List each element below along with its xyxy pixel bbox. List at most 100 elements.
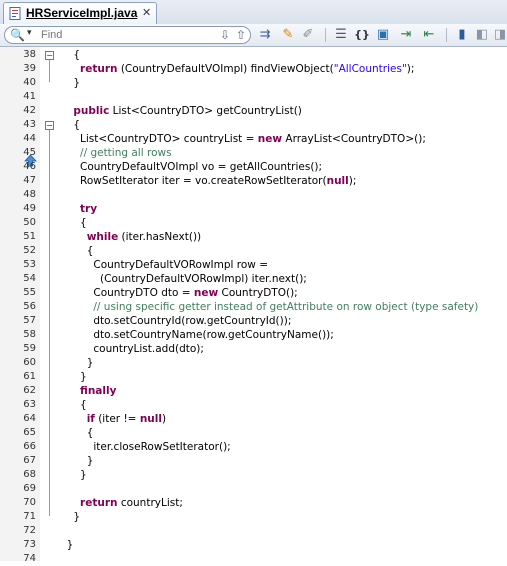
java-file-icon <box>9 7 21 20</box>
line-number: 41 <box>23 91 36 102</box>
fold-guide-line <box>49 130 50 516</box>
code-text: List<CountryDTO> countryList = <box>60 133 258 145</box>
code-text: { <box>60 49 81 61</box>
line-number: 66 <box>23 441 36 452</box>
code-text: ) <box>161 413 167 425</box>
code-line[interactable]: } <box>60 76 80 90</box>
chevron-down-icon[interactable]: ▾ <box>27 28 32 38</box>
line-number: 46 <box>23 161 36 172</box>
next-bookmark-icon[interactable]: ◨ <box>492 27 507 43</box>
code-line[interactable]: // using specific getter instead of getA… <box>60 300 478 314</box>
code-line[interactable]: return (CountryDefaultVOImpl) findViewOb… <box>60 62 414 76</box>
find-box: 🔍 ▾ ⇩ ⇧ <box>4 26 251 44</box>
code-text: ); <box>406 63 415 75</box>
code-line[interactable]: CountryDefaultVOImpl vo = getAllCountrie… <box>60 160 322 174</box>
editor-toolbar: 🔍 ▾ ⇩ ⇧ ⇉ ✎ ✐ ☰ {} ▣ ⇥ ⇤ ▮ ◧ ◨ <box>0 24 507 47</box>
code-line[interactable]: { <box>60 216 87 230</box>
code-line[interactable]: return countryList; <box>60 496 183 510</box>
close-icon[interactable]: ✕ <box>142 6 151 19</box>
goto-icon[interactable]: ⇉ <box>257 27 273 43</box>
code-text: RowSetIterator iter = vo.createRowSetIte… <box>60 175 327 187</box>
code-line[interactable]: { <box>60 398 87 412</box>
code-line[interactable]: List<CountryDTO> countryList = new Array… <box>60 132 426 146</box>
code-line[interactable]: } <box>60 454 94 468</box>
prev-bookmark-icon[interactable]: ◧ <box>474 27 490 43</box>
line-number: 64 <box>23 413 36 424</box>
line-number: 38 <box>23 49 36 60</box>
comment: // getting all rows <box>80 147 172 159</box>
keyword: finally <box>80 385 117 397</box>
format-icon[interactable]: ☰ <box>333 27 349 43</box>
fold-toggle-icon[interactable]: − <box>45 121 54 130</box>
code-line[interactable]: CountryDefaultVORowImpl row = <box>60 258 268 272</box>
code-line[interactable]: { <box>60 426 94 440</box>
line-number: 65 <box>23 427 36 438</box>
code-line[interactable]: // getting all rows <box>60 146 172 160</box>
code-line[interactable]: try <box>60 202 97 216</box>
code-text: CountryDTO(); <box>218 287 298 299</box>
code-line[interactable]: countryList.add(dto); <box>60 342 204 356</box>
keyword: public <box>73 105 110 117</box>
code-editor[interactable]: 38− {39 return (CountryDefaultVOImpl) fi… <box>0 47 507 564</box>
separator <box>446 28 447 42</box>
code-text: ); <box>348 175 357 187</box>
line-number: 70 <box>23 497 36 508</box>
line-number: 57 <box>23 315 36 326</box>
line-number: 60 <box>23 357 36 368</box>
find-up-icon[interactable]: ⇧ <box>234 28 248 42</box>
keyword: new <box>193 287 219 299</box>
code-text: } <box>60 455 94 467</box>
code-line[interactable]: } <box>60 370 87 384</box>
code-line[interactable]: dto.setCountryId(row.getCountryId()); <box>60 314 291 328</box>
code-line[interactable]: { <box>60 48 80 62</box>
code-line[interactable]: { <box>60 244 94 258</box>
tab-title: HRServiceImpl.java <box>26 6 138 20</box>
unindent-icon[interactable]: ⇤ <box>421 27 437 43</box>
fold-toggle-icon[interactable]: − <box>45 51 54 60</box>
braces-icon[interactable]: {} <box>354 27 370 43</box>
indent-icon[interactable]: ⇥ <box>398 27 414 43</box>
bookmark-icon[interactable]: ▮ <box>454 27 470 43</box>
code-text: } <box>60 539 74 551</box>
code-line[interactable]: CountryDTO dto = new CountryDTO(); <box>60 286 298 300</box>
code-line[interactable]: (CountryDefaultVORowImpl) iter.next(); <box>60 272 307 286</box>
keyword: if <box>86 413 95 425</box>
line-number: 45 <box>23 147 36 158</box>
code-line[interactable]: while (iter.hasNext()) <box>60 230 201 244</box>
line-number: 42 <box>23 105 36 116</box>
file-tab[interactable]: HRServiceImpl.java ✕ <box>3 2 157 24</box>
code-line[interactable]: } <box>60 356 94 370</box>
code-text: } <box>60 357 94 369</box>
line-number: 43 <box>23 119 36 130</box>
code-line[interactable]: if (iter != null) <box>60 412 166 426</box>
code-line[interactable]: RowSetIterator iter = vo.createRowSetIte… <box>60 174 356 188</box>
line-number: 52 <box>23 245 36 256</box>
line-number: 72 <box>23 525 36 536</box>
line-number: 47 <box>23 175 36 186</box>
line-number: 71 <box>23 511 36 522</box>
code-line[interactable]: dto.setCountryName(row.getCountryName())… <box>60 328 333 342</box>
line-number: 67 <box>23 455 36 466</box>
code-line[interactable]: { <box>60 118 80 132</box>
line-number: 55 <box>23 287 36 298</box>
code-line[interactable]: } <box>60 510 80 524</box>
code-line[interactable]: finally <box>60 384 116 398</box>
find-input[interactable] <box>41 28 211 42</box>
code-line[interactable]: } <box>60 538 74 552</box>
toggle-comment-icon[interactable]: ▣ <box>375 27 391 43</box>
line-number: 62 <box>23 385 36 396</box>
clear-highlight-icon[interactable]: ✐ <box>300 27 316 43</box>
code-line[interactable]: public List<CountryDTO> getCountryList() <box>60 104 302 118</box>
code-text: { <box>60 399 87 411</box>
code-text: (iter.hasNext()) <box>118 231 202 243</box>
highlight-icon[interactable]: ✎ <box>280 27 296 43</box>
search-icon[interactable]: 🔍 <box>10 28 25 42</box>
code-line[interactable]: } <box>60 468 87 482</box>
fold-guide-line <box>49 60 50 82</box>
find-down-icon[interactable]: ⇩ <box>218 28 232 42</box>
code-text: dto.setCountryId(row.getCountryId()); <box>60 315 292 327</box>
code-line[interactable]: iter.closeRowSetIterator(); <box>60 440 230 454</box>
